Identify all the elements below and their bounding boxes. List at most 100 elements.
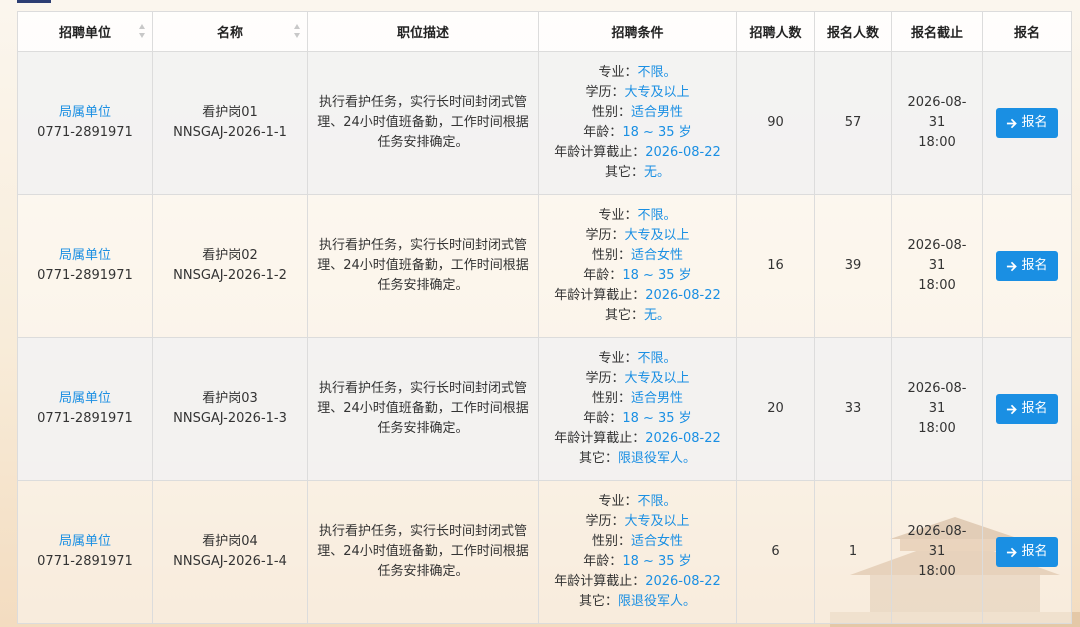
age-cutoff-label: 年龄计算截止： xyxy=(554,574,646,589)
age-cutoff-value: 2026-08-22 xyxy=(645,288,721,303)
table-row: 局属单位 0771-2891971 看护岗04 NNSGAJ-2026-1-4 … xyxy=(17,480,1072,624)
deadline-cell: 2026-08-31 18:00 xyxy=(891,480,983,624)
major-value: 不限。 xyxy=(637,494,677,509)
job-code: NNSGAJ-2026-1-2 xyxy=(173,268,287,283)
age-cutoff-label: 年龄计算截止： xyxy=(554,431,646,446)
deadline-cell: 2026-08-31 18:00 xyxy=(891,51,983,195)
deadline-time: 18:00 xyxy=(918,564,956,579)
job-description: 执行看护任务，实行长时间封闭式管理、24小时值班备勤，工作时间根据任务安排确定。 xyxy=(307,480,539,624)
apply-button-label: 报名 xyxy=(1021,401,1048,416)
sort-icon[interactable] xyxy=(294,24,301,38)
column-header-unit-label: 招聘单位 xyxy=(58,26,111,41)
gender-value: 适合女性 xyxy=(631,534,684,549)
unit-link[interactable]: 局属单位 xyxy=(26,103,144,123)
age-label: 年龄： xyxy=(583,268,623,283)
age-value: 18 ~ 35 岁 xyxy=(622,411,692,426)
applicant-count: 57 xyxy=(814,51,892,195)
deadline-cell: 2026-08-31 18:00 xyxy=(891,194,983,338)
education-value: 大专及以上 xyxy=(624,371,690,386)
other-value: 限退役军人。 xyxy=(618,451,697,466)
sort-icon[interactable] xyxy=(139,24,146,38)
action-cell: 报名 xyxy=(982,194,1072,338)
name-cell: 看护岗04 NNSGAJ-2026-1-4 xyxy=(152,480,308,624)
name-cell: 看护岗01 NNSGAJ-2026-1-1 xyxy=(152,51,308,195)
other-label: 其它： xyxy=(578,451,618,466)
deadline-time: 18:00 xyxy=(918,421,956,436)
arrow-right-icon xyxy=(1007,118,1018,128)
unit-cell: 局属单位 0771-2891971 xyxy=(17,51,153,195)
column-header-applicant-count: 报名人数 xyxy=(814,11,892,52)
arrow-right-icon xyxy=(1007,404,1018,414)
unit-link[interactable]: 局属单位 xyxy=(26,246,144,266)
gender-label: 性别： xyxy=(591,391,631,406)
name-cell: 看护岗03 NNSGAJ-2026-1-3 xyxy=(152,337,308,481)
unit-cell: 局属单位 0771-2891971 xyxy=(17,194,153,338)
unit-link[interactable]: 局属单位 xyxy=(26,532,144,552)
job-title: 看护岗04 xyxy=(202,534,258,549)
job-listing-table: 招聘单位 名称 职位描述 招聘条件 招聘人数 报名人数 报名截止 报名 局属单位… xyxy=(17,11,1072,624)
unit-link[interactable]: 局属单位 xyxy=(26,389,144,409)
table-row: 局属单位 0771-2891971 看护岗03 NNSGAJ-2026-1-3 … xyxy=(17,337,1072,481)
other-value: 无。 xyxy=(644,165,671,180)
education-value: 大专及以上 xyxy=(624,514,690,529)
age-cutoff-label: 年龄计算截止： xyxy=(554,288,646,303)
age-cutoff-value: 2026-08-22 xyxy=(645,574,721,589)
hiring-count: 20 xyxy=(736,337,815,481)
deadline-date: 2026-08-31 xyxy=(907,524,967,559)
apply-button[interactable]: 报名 xyxy=(996,108,1058,138)
job-title: 看护岗02 xyxy=(202,248,258,263)
requirements-cell: 专业：不限。 学历：大专及以上 性别：适合男性 年龄：18 ~ 35 岁 年龄计… xyxy=(538,337,737,481)
job-code: NNSGAJ-2026-1-1 xyxy=(173,125,287,140)
job-description: 执行看护任务，实行长时间封闭式管理、24小时值班备勤，工作时间根据任务安排确定。 xyxy=(307,337,539,481)
other-label: 其它： xyxy=(604,308,644,323)
age-value: 18 ~ 35 岁 xyxy=(622,268,692,283)
job-title: 看护岗01 xyxy=(202,105,258,120)
age-label: 年龄： xyxy=(583,554,623,569)
major-value: 不限。 xyxy=(637,208,677,223)
gender-value: 适合男性 xyxy=(631,105,684,120)
requirements-cell: 专业：不限。 学历：大专及以上 性别：适合男性 年龄：18 ~ 35 岁 年龄计… xyxy=(538,51,737,195)
deadline-date: 2026-08-31 xyxy=(907,238,967,273)
job-code: NNSGAJ-2026-1-3 xyxy=(173,411,287,426)
column-header-hiring-count: 招聘人数 xyxy=(736,11,815,52)
age-value: 18 ~ 35 岁 xyxy=(622,554,692,569)
apply-button[interactable]: 报名 xyxy=(996,251,1058,281)
gender-label: 性别： xyxy=(591,105,631,120)
action-cell: 报名 xyxy=(982,51,1072,195)
job-code: NNSGAJ-2026-1-4 xyxy=(173,554,287,569)
column-header-name-label: 名称 xyxy=(216,26,243,41)
apply-button[interactable]: 报名 xyxy=(996,394,1058,424)
unit-phone: 0771-2891971 xyxy=(37,125,133,140)
education-label: 学历： xyxy=(585,85,625,100)
column-header-deadline: 报名截止 xyxy=(891,11,983,52)
apply-button-label: 报名 xyxy=(1021,544,1048,559)
arrow-right-icon xyxy=(1007,261,1018,271)
job-description: 执行看护任务，实行长时间封闭式管理、24小时值班备勤，工作时间根据任务安排确定。 xyxy=(307,194,539,338)
age-cutoff-value: 2026-08-22 xyxy=(645,431,721,446)
unit-phone: 0771-2891971 xyxy=(37,411,133,426)
major-label: 专业： xyxy=(598,208,638,223)
column-header-name[interactable]: 名称 xyxy=(152,11,308,52)
apply-button-label: 报名 xyxy=(1021,115,1048,130)
table-row: 局属单位 0771-2891971 看护岗02 NNSGAJ-2026-1-2 … xyxy=(17,194,1072,338)
apply-button[interactable]: 报名 xyxy=(996,537,1058,567)
arrow-right-icon xyxy=(1007,547,1018,557)
gender-value: 适合男性 xyxy=(631,391,684,406)
major-label: 专业： xyxy=(598,65,638,80)
unit-cell: 局属单位 0771-2891971 xyxy=(17,480,153,624)
age-label: 年龄： xyxy=(583,411,623,426)
education-label: 学历： xyxy=(585,514,625,529)
requirements-cell: 专业：不限。 学历：大专及以上 性别：适合女性 年龄：18 ~ 35 岁 年龄计… xyxy=(538,194,737,338)
gender-label: 性别： xyxy=(591,534,631,549)
deadline-cell: 2026-08-31 18:00 xyxy=(891,337,983,481)
education-label: 学历： xyxy=(585,371,625,386)
job-description: 执行看护任务，实行长时间封闭式管理、24小时值班备勤，工作时间根据任务安排确定。 xyxy=(307,51,539,195)
hiring-count: 6 xyxy=(736,480,815,624)
active-tab-indicator xyxy=(17,0,51,3)
column-header-unit[interactable]: 招聘单位 xyxy=(17,11,153,52)
column-header-requirements: 招聘条件 xyxy=(538,11,737,52)
gender-value: 适合女性 xyxy=(631,248,684,263)
major-label: 专业： xyxy=(598,351,638,366)
deadline-date: 2026-08-31 xyxy=(907,95,967,130)
applicant-count: 33 xyxy=(814,337,892,481)
